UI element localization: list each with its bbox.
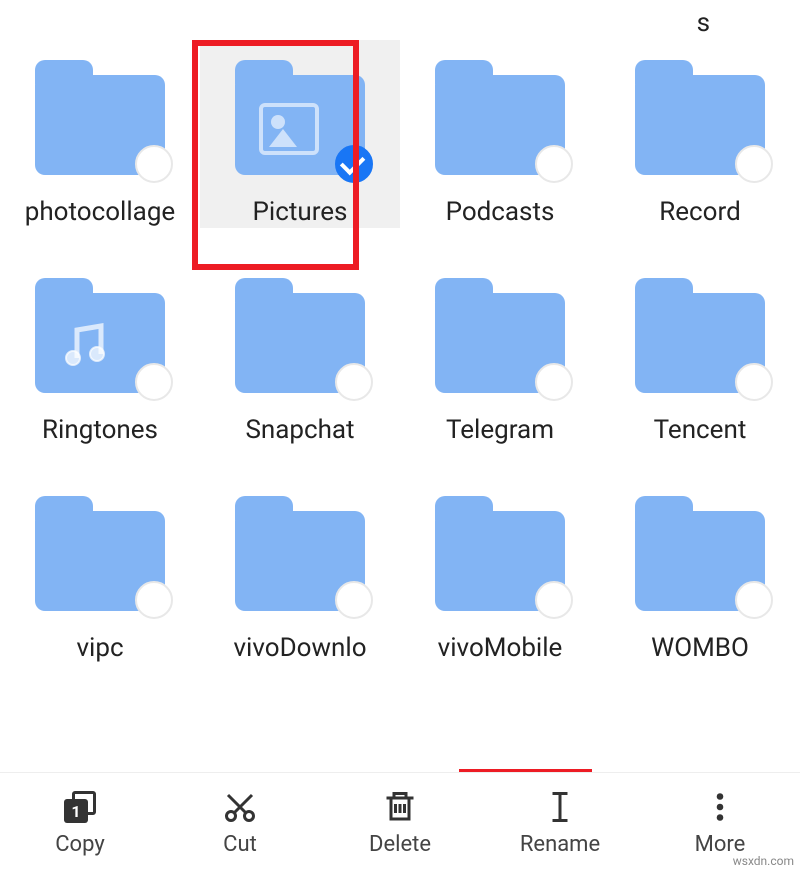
folder-icon [635,60,765,175]
copy-button[interactable]: 1 Copy [0,773,160,872]
header-trailing-char: s [697,8,710,38]
folder-label: Telegram [446,415,554,446]
folder-label: WOMBO [651,633,749,664]
folder-label: Record [659,197,740,228]
folder-icon [35,278,165,393]
folder-item-wombo[interactable]: WOMBO [600,476,800,664]
action-toolbar: 1 Copy Cut Delete Rename More [0,772,800,872]
selection-circle[interactable] [135,363,173,401]
folder-label: photocollage [25,197,175,228]
folder-label: Ringtones [42,415,158,446]
watermark-text: wsxdn.com [733,854,794,868]
folder-icon [635,278,765,393]
folder-icon [35,496,165,611]
folder-item-tencent[interactable]: Tencent [600,258,800,446]
folder-label: vivoMobile [438,633,563,664]
selection-circle[interactable] [735,363,773,401]
folder-label: Snapchat [245,415,354,446]
selection-circle[interactable] [135,581,173,619]
selection-circle[interactable] [335,363,373,401]
copy-icon: 1 [61,788,99,826]
folder-icon [35,60,165,175]
folder-label: Tencent [654,415,747,446]
folder-item-photocollage[interactable]: photocollage [0,40,200,228]
selection-circle[interactable] [735,145,773,183]
scissors-icon [221,788,259,826]
cut-label: Cut [223,832,257,857]
folder-icon [435,496,565,611]
folder-item-ringtones[interactable]: Ringtones [0,258,200,446]
folder-label: vipc [76,633,123,664]
selection-circle-checked[interactable] [335,145,373,183]
delete-label: Delete [369,832,431,857]
trash-icon [381,788,419,826]
folder-icon [235,496,365,611]
selection-circle[interactable] [135,145,173,183]
delete-button[interactable]: Delete [320,773,480,872]
folder-icon [435,278,565,393]
folder-icon [235,278,365,393]
text-cursor-icon [541,788,579,826]
image-icon [259,103,319,155]
folder-grid: photocollage Pictures Podcasts Record [0,40,800,665]
cut-button[interactable]: Cut [160,773,320,872]
copy-label: Copy [55,832,105,857]
folder-item-record[interactable]: Record [600,40,800,228]
folder-label: vivoDownlo [233,633,366,664]
selection-circle[interactable] [335,581,373,619]
folder-icon [435,60,565,175]
folder-icon [235,60,365,175]
folder-item-pictures[interactable]: Pictures [200,40,400,228]
folder-item-podcasts[interactable]: Podcasts [400,40,600,228]
copy-count: 1 [64,799,88,823]
folder-item-vivomobile[interactable]: vivoMobile [400,476,600,664]
folder-item-telegram[interactable]: Telegram [400,258,600,446]
folder-item-snapchat[interactable]: Snapchat [200,258,400,446]
folder-item-vivodownlo[interactable]: vivoDownlo [200,476,400,664]
selection-circle[interactable] [535,363,573,401]
selection-circle[interactable] [535,581,573,619]
selection-circle[interactable] [735,581,773,619]
more-vertical-icon [701,788,739,826]
folder-icon [635,496,765,611]
rename-button[interactable]: Rename [480,773,640,872]
folder-label: Pictures [253,197,348,228]
folder-label: Podcasts [446,197,555,228]
selection-circle[interactable] [535,145,573,183]
rename-label: Rename [520,832,600,857]
folder-item-vipc[interactable]: vipc [0,476,200,664]
music-icon [59,317,111,375]
